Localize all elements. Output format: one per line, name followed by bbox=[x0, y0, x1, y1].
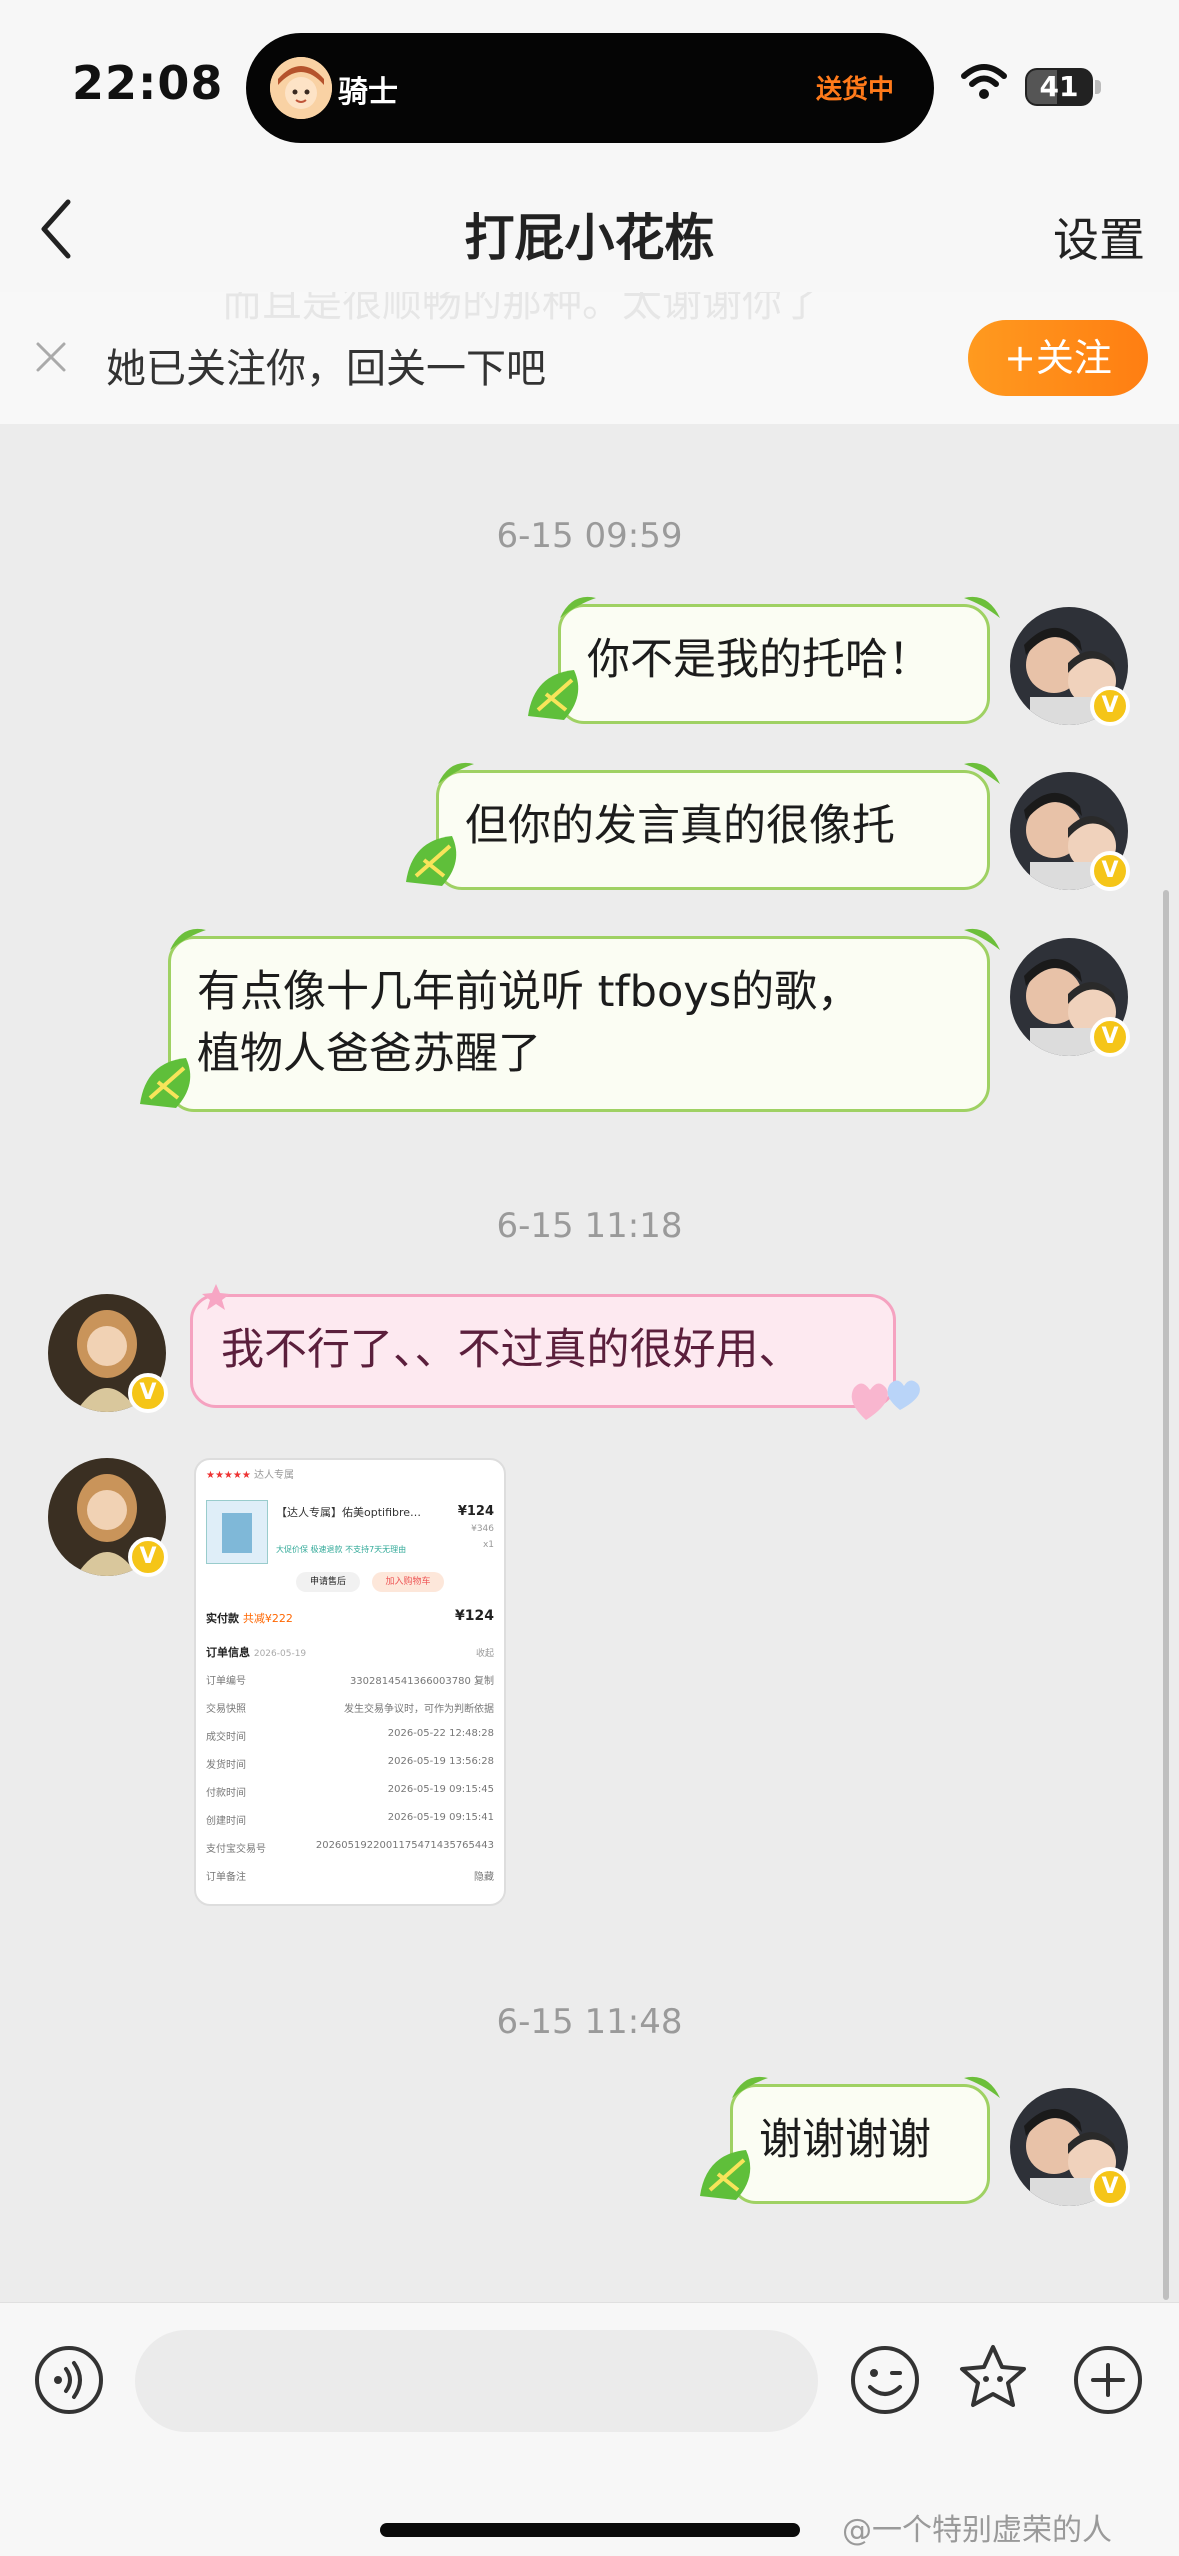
verified-badge-icon: V bbox=[128, 1373, 168, 1413]
message-text: 我不行了、、不过真的很好用、 bbox=[221, 1325, 802, 1375]
watermark: @一个特别虚荣的人 bbox=[842, 2513, 1112, 2548]
leaf-decoration-icon bbox=[560, 596, 596, 618]
rider-name: 骑士 bbox=[338, 75, 398, 110]
order-info-row: 订单备注 隐藏 bbox=[206, 1872, 494, 1883]
shop-rating-stars: ★★★★★ 达人专属 bbox=[206, 1470, 295, 1481]
product-thumbnail bbox=[206, 1500, 268, 1564]
add-icon[interactable] bbox=[1073, 2345, 1143, 2415]
rider-avatar-icon bbox=[270, 57, 332, 119]
battery-icon: 41 bbox=[1025, 68, 1101, 108]
message-text: 谢谢谢谢 bbox=[759, 2115, 931, 2165]
order-screenshot-image[interactable]: ★★★★★ 达人专属 【达人专属】佑美optifibre… ¥124 ¥346 … bbox=[194, 1458, 506, 1906]
add-to-cart-button: 加入购物车 bbox=[372, 1572, 444, 1592]
outgoing-message-bubble[interactable]: 你不是我的托哈！ bbox=[558, 604, 990, 724]
close-icon[interactable] bbox=[34, 340, 68, 374]
message-text-line: 植物人爸爸苏醒了 bbox=[197, 1029, 541, 1079]
follow-button[interactable]: +关注 bbox=[968, 320, 1148, 396]
leaf-decoration-icon bbox=[964, 928, 1000, 950]
wifi-icon bbox=[961, 64, 1007, 99]
leaf-decoration-icon bbox=[964, 596, 1000, 618]
outgoing-message-bubble[interactable]: 有点像十几年前说听 tfboys的歌， 植物人爸爸苏醒了 bbox=[168, 936, 990, 1112]
timestamp: 6-15 11:48 bbox=[496, 2002, 683, 2042]
star-decoration-icon bbox=[202, 1284, 230, 1310]
zongzi-sticker-icon bbox=[528, 670, 579, 720]
battery-level: 41 bbox=[1039, 70, 1079, 103]
paid-value: ¥124 bbox=[455, 1608, 494, 1624]
original-price: ¥346 bbox=[471, 1524, 494, 1534]
order-info-row: 订单编号 3302814541366003780 复制 bbox=[206, 1676, 494, 1687]
scrollbar[interactable] bbox=[1163, 890, 1169, 2300]
order-info-row: 支付宝交易号 2026051922001175471435765443 bbox=[206, 1840, 494, 1855]
message-input[interactable] bbox=[135, 2330, 818, 2432]
delivery-status: 送货中 bbox=[815, 75, 894, 105]
verified-badge-icon: V bbox=[128, 1537, 168, 1577]
leaf-decoration-icon bbox=[732, 2076, 768, 2098]
order-info-row: 付款时间 2026-05-19 09:15:45 bbox=[206, 1784, 494, 1799]
order-info-title: 订单信息 2026-05-19 bbox=[206, 1646, 307, 1659]
voice-icon[interactable] bbox=[34, 2345, 104, 2415]
zongzi-sticker-icon bbox=[140, 1058, 191, 1108]
leaf-decoration-icon bbox=[964, 2076, 1000, 2098]
home-indicator[interactable] bbox=[380, 2523, 800, 2537]
quantity: x1 bbox=[482, 1540, 494, 1550]
follow-back-banner: 而且是很顺畅的那种。太谢谢你了 她已关注你，回关一下吧 +关注 bbox=[0, 292, 1179, 424]
hearts-decoration-icon bbox=[851, 1380, 920, 1420]
outgoing-message-bubble[interactable]: 但你的发言真的很像托 bbox=[436, 770, 990, 890]
page-title: 打屁小花栋 bbox=[464, 209, 715, 267]
message-text-line: 有点像十几年前说听 tfboys的歌， bbox=[197, 967, 861, 1017]
order-info-row: 交易快照 发生交易争议时，可作为判断依据 bbox=[206, 1704, 494, 1715]
chat-header: 打屁小花栋 设置 bbox=[0, 170, 1179, 292]
status-bar: 22:08 骑士 送货中 41 bbox=[0, 0, 1179, 170]
collapse-toggle: 收起 bbox=[475, 1649, 494, 1659]
settings-button[interactable]: 设置 bbox=[1053, 204, 1145, 270]
message-input-bar: @一个特别虚荣的人 bbox=[0, 2302, 1179, 2556]
message-text: 你不是我的托哈！ bbox=[587, 635, 931, 685]
zongzi-sticker-icon bbox=[406, 836, 457, 886]
timestamp: 6-15 11:18 bbox=[496, 1206, 683, 1246]
dynamic-island[interactable]: 骑士 送货中 bbox=[246, 33, 934, 143]
order-info-row: 成交时间 2026-05-22 12:48:28 bbox=[206, 1728, 494, 1743]
product-name: 【达人专属】佑美optifibre… bbox=[276, 1506, 422, 1519]
order-info-row: 发货时间 2026-05-19 13:56:28 bbox=[206, 1756, 494, 1771]
verified-badge-icon: V bbox=[1090, 2167, 1130, 2207]
incoming-message-bubble[interactable]: 我不行了、、不过真的很好用、 bbox=[190, 1294, 896, 1408]
verified-badge-icon: V bbox=[1090, 1017, 1130, 1057]
leaf-decoration-icon bbox=[964, 762, 1000, 784]
leaf-decoration-icon bbox=[170, 928, 206, 950]
verified-badge-icon: V bbox=[1090, 686, 1130, 726]
outgoing-message-bubble[interactable]: 谢谢谢谢 bbox=[730, 2084, 990, 2204]
after-sale-button: 申请售后 bbox=[296, 1572, 360, 1592]
status-time: 22:08 bbox=[72, 56, 224, 110]
timestamp: 6-15 09:59 bbox=[496, 516, 683, 556]
order-info-row: 创建时间 2026-05-19 09:15:41 bbox=[206, 1812, 494, 1827]
verified-badge-icon: V bbox=[1090, 851, 1130, 891]
leaf-decoration-icon bbox=[438, 762, 474, 784]
message-text: 但你的发言真的很像托 bbox=[465, 801, 895, 851]
emoji-icon[interactable] bbox=[850, 2345, 920, 2415]
sticker-icon[interactable] bbox=[958, 2343, 1028, 2413]
paid-label: 实付款 共减¥222 bbox=[206, 1612, 293, 1625]
promo-tags: 大促价保 极速退款 不支持7天无理由 bbox=[276, 1545, 407, 1554]
scrolled-message-text: 而且是很顺畅的那种。太谢谢你了 bbox=[222, 292, 822, 326]
zongzi-sticker-icon bbox=[700, 2150, 751, 2200]
product-price: ¥124 bbox=[457, 1504, 494, 1519]
follow-back-text: 她已关注你，回关一下吧 bbox=[106, 346, 546, 392]
